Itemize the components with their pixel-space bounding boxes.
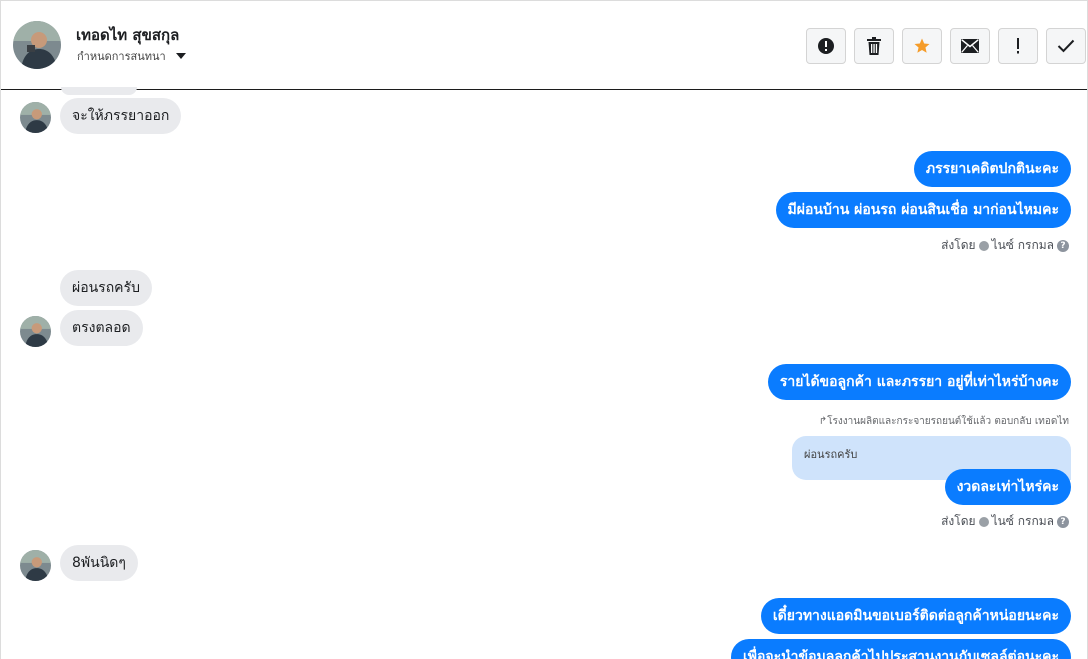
contact-avatar-small[interactable] xyxy=(20,102,51,133)
incoming-message[interactable]: 8พันนิดๆ xyxy=(60,545,138,581)
incoming-message[interactable]: ตรงตลอด xyxy=(60,310,143,346)
outgoing-message[interactable]: มีผ่อนบ้าน ผ่อนรถ ผ่อนสินเชื่อ มาก่อนไหม… xyxy=(775,192,1071,228)
sender-name[interactable]: ไนซ์ กรกมล xyxy=(992,512,1054,531)
sent-by-text: ส่งโดย xyxy=(941,238,976,252)
star-icon xyxy=(914,38,930,53)
contact-avatar-small[interactable] xyxy=(20,316,51,347)
conversation-header: เทอดไท สุขสกุล กำหนดการสนทนา xyxy=(1,1,1087,90)
checkmark-icon xyxy=(1057,39,1075,53)
outgoing-message[interactable]: เดี๋ยวทางแอดมินขอเบอร์ติดต่อลูกค้าหน่อยน… xyxy=(760,598,1071,634)
sent-check-icon xyxy=(978,240,989,251)
trash-icon xyxy=(867,37,881,55)
star-button[interactable] xyxy=(902,28,942,64)
important-button[interactable] xyxy=(998,28,1038,64)
conversation-settings-label: กำหนดการสนทนา xyxy=(77,50,166,63)
contact-name[interactable]: เทอดไท สุขสกุล xyxy=(76,23,179,47)
messenger-window: เทอดไท สุขสกุล กำหนดการสนทนา จะให้ภรรยาอ… xyxy=(0,0,1088,659)
help-icon[interactable]: ? xyxy=(1057,515,1069,528)
reply-context-label: ↱โรงงานผลิตและกระจายรถยนต์ใช้แล้ว ตอบกลั… xyxy=(818,416,1069,427)
exclamation-icon xyxy=(1017,38,1019,54)
done-button[interactable] xyxy=(1046,28,1086,64)
previous-message-bubble xyxy=(61,87,137,95)
sent-by-text: ส่งโดย xyxy=(941,514,976,528)
sent-by-label: ส่งโดย ไนซ์ กรกมล ? xyxy=(941,236,1069,255)
outgoing-message[interactable]: รายได้ขอลูกค้า และภรรยา อยู่ที่เท่าไหร่บ… xyxy=(767,364,1071,400)
caret-down-icon xyxy=(175,53,186,59)
contact-avatar[interactable] xyxy=(13,21,61,69)
outgoing-message[interactable]: งวดละเท่าไหร่คะ xyxy=(944,469,1071,505)
help-icon[interactable]: ? xyxy=(1057,239,1069,252)
conversation-settings-dropdown[interactable]: กำหนดการสนทนา xyxy=(77,47,186,65)
delete-button[interactable] xyxy=(854,28,894,64)
alert-circle-icon xyxy=(818,38,834,54)
incoming-message[interactable]: ผ่อนรถครับ xyxy=(60,270,152,306)
sent-by-label: ส่งโดย ไนซ์ กรกมล ? xyxy=(941,512,1069,531)
outgoing-message[interactable]: ภรรยาเคดิตปกตินะคะ xyxy=(913,151,1071,187)
envelope-icon xyxy=(961,39,979,53)
report-button[interactable] xyxy=(806,28,846,64)
sender-name[interactable]: ไนซ์ กรกมล xyxy=(992,236,1054,255)
contact-avatar-small[interactable] xyxy=(20,550,51,581)
mail-button[interactable] xyxy=(950,28,990,64)
header-actions xyxy=(806,28,1086,64)
outgoing-message[interactable]: เพื่อจะนำข้อมูลลูกค้าไปประสานงานกับเซลล์… xyxy=(730,639,1071,659)
sent-check-icon xyxy=(978,516,989,527)
incoming-message[interactable]: จะให้ภรรยาออก xyxy=(60,98,182,134)
